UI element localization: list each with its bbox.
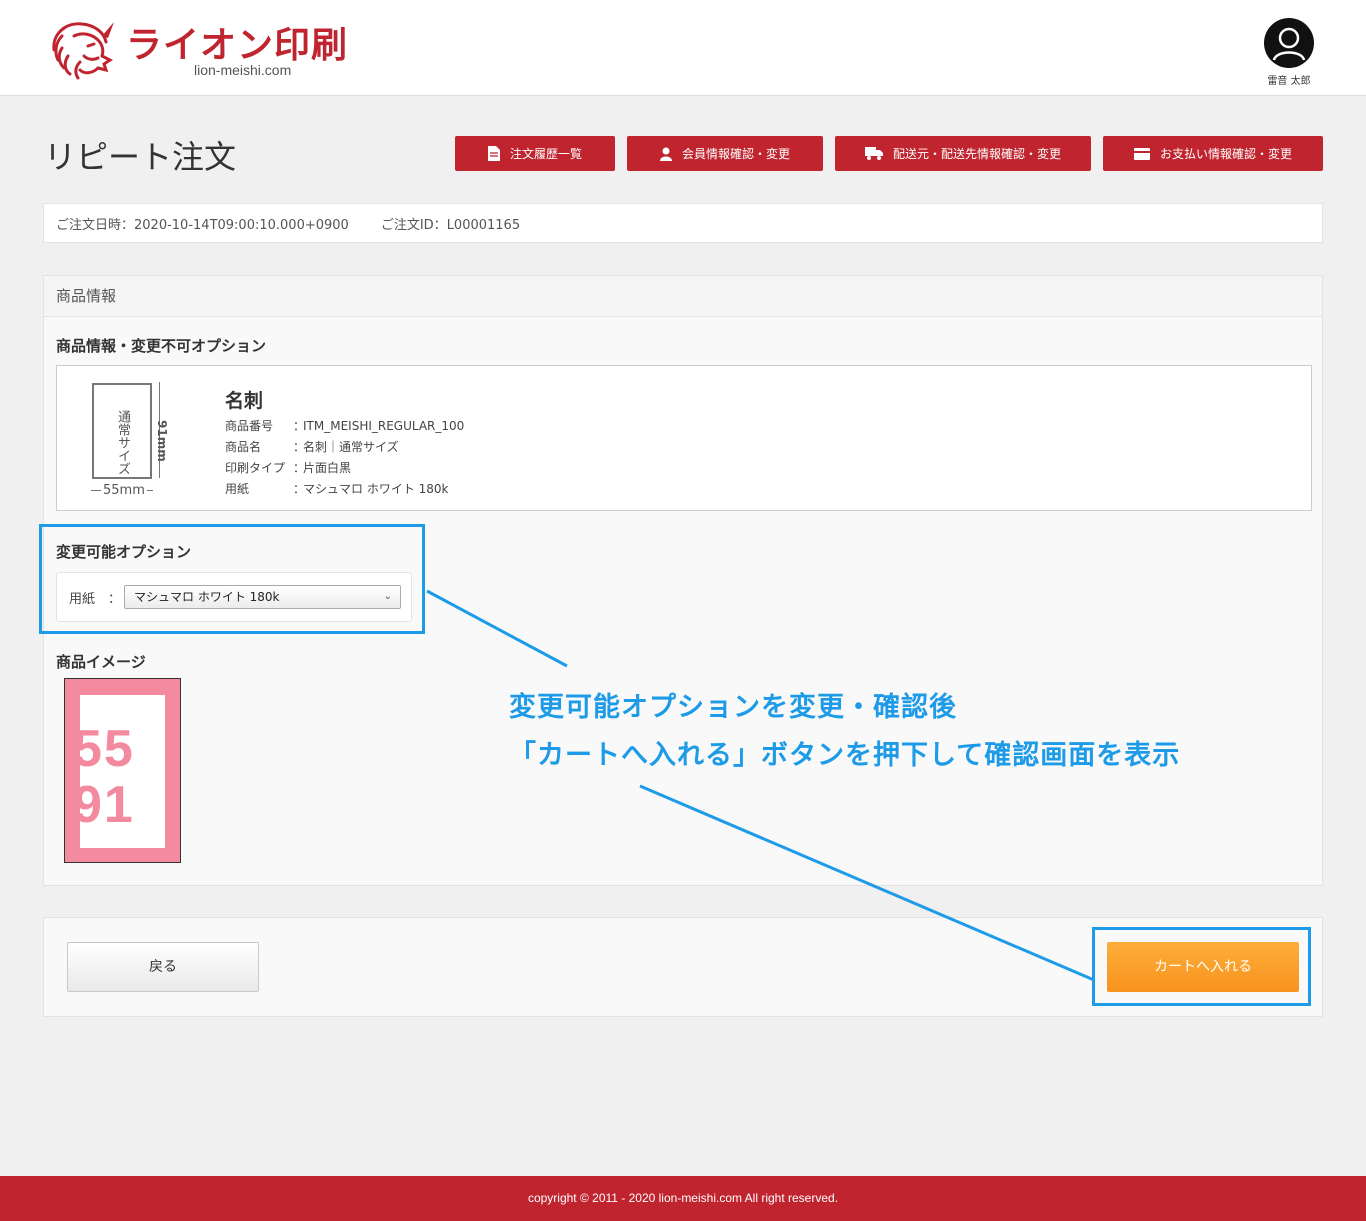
user-menu[interactable]: 雷音 太郎 xyxy=(1262,18,1316,87)
fixed-options-title: 商品情報・変更不可オプション xyxy=(56,337,267,355)
annotation-text-line2: 「カートへ入れる」ボタンを押下して確認画面を表示 xyxy=(509,740,1181,771)
lion-logo-icon xyxy=(52,22,114,80)
order-info-bar: ご注文日時：2020-10-14T09:00:10.000+0900 ご注文ID… xyxy=(43,203,1323,243)
spec-product-name: 商品名 ：名刺｜通常サイズ xyxy=(225,440,399,454)
panel-heading: 商品情報 xyxy=(44,276,1322,317)
member-info-label: 会員情報確認・変更 xyxy=(681,147,790,161)
member-info-button[interactable]: 会員情報確認・変更 xyxy=(627,136,823,171)
payment-info-button[interactable]: お支払い情報確認・変更 xyxy=(1103,136,1323,171)
logo-subtitle: lion-meishi.com xyxy=(194,62,292,78)
user-avatar-icon xyxy=(1264,18,1314,68)
credit-card-icon xyxy=(1133,147,1150,160)
back-button[interactable]: 戻る xyxy=(67,942,259,992)
document-icon xyxy=(487,146,500,161)
product-image-height-number: 91 xyxy=(73,776,135,834)
product-detail-box: 通常サイズ 91mm 55mm 名刺 商品番号 ：ITM_MEISHI_REGUL… xyxy=(56,365,1312,511)
product-image: 55 91 xyxy=(64,678,181,863)
width-dimension-label: 55mm xyxy=(101,483,147,498)
card-size-label: 通常サイズ xyxy=(115,410,130,475)
spec-paper: 用紙 ：マシュマロ ホワイト 180k xyxy=(225,482,449,496)
user-icon xyxy=(659,147,672,161)
user-name: 雷音 太郎 xyxy=(1267,76,1311,87)
product-name: 名刺 xyxy=(225,390,264,412)
order-history-label: 注文履歴一覧 xyxy=(509,147,582,161)
order-history-button[interactable]: 注文履歴一覧 xyxy=(455,136,615,171)
height-dimension-label: 91mm xyxy=(155,420,169,462)
logo-title: ライオン印刷 xyxy=(126,25,349,66)
order-id: ご注文ID：L00001165 xyxy=(380,217,521,233)
spec-print-type: 印刷タイプ ：片面白黒 xyxy=(225,461,352,475)
page-title: リピート注文 xyxy=(44,138,237,176)
site-logo[interactable]: ライオン印刷 lion-meishi.com xyxy=(44,14,364,84)
truck-icon xyxy=(864,147,883,160)
cart-button-highlight xyxy=(1092,927,1311,1006)
order-date: ご注文日時：2020-10-14T09:00:10.000+0900 xyxy=(56,217,349,233)
site-footer: copyright © 2011 - 2020 lion-meishi.com … xyxy=(0,1176,1366,1221)
payment-info-label: お支払い情報確認・変更 xyxy=(1159,147,1292,161)
annotation-text-line1: 変更可能オプションを変更・確認後 xyxy=(509,692,957,723)
shipping-info-button[interactable]: 配送元・配送先情報確認・変更 xyxy=(835,136,1091,171)
shipping-info-label: 配送元・配送先情報確認・変更 xyxy=(892,147,1061,161)
product-image-width-number: 55 xyxy=(73,720,135,778)
product-image-title: 商品イメージ xyxy=(56,653,146,671)
card-size-diagram: 通常サイズ 91mm 55mm xyxy=(87,380,177,500)
spec-item-number: 商品番号 ：ITM_MEISHI_REGULAR_100 xyxy=(225,419,465,433)
site-header: ライオン印刷 lion-meishi.com 雷音 太郎 xyxy=(0,0,1366,96)
changeable-options-highlight xyxy=(39,524,425,634)
